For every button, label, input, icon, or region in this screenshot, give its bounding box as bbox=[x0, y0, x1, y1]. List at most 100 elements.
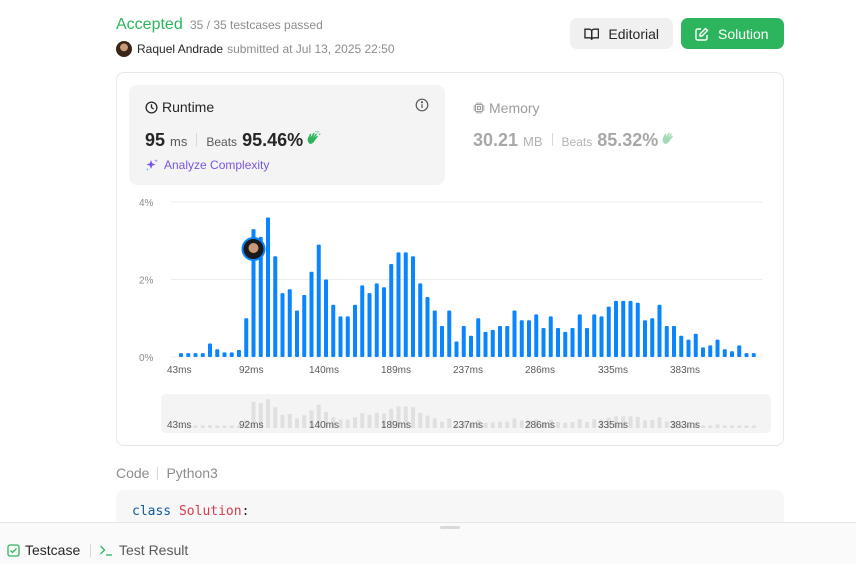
chart-bar bbox=[324, 279, 328, 357]
chart-bar bbox=[244, 318, 249, 357]
overview-bar bbox=[635, 416, 640, 428]
chart-bar bbox=[722, 349, 727, 357]
overview-bar bbox=[287, 414, 292, 428]
overview-bar bbox=[708, 425, 713, 428]
testcases-passed: 35 / 35 testcases passed bbox=[190, 18, 323, 32]
editorial-button[interactable]: Editorial bbox=[570, 18, 673, 49]
chart-bar bbox=[280, 293, 285, 357]
user-avatar-face bbox=[248, 243, 259, 253]
overview-bar bbox=[229, 425, 234, 428]
overview-bar bbox=[643, 420, 647, 428]
overview-bar bbox=[570, 422, 575, 428]
stats-card: Runtime 95 ms Beats 95.46% Analyze Compl… bbox=[116, 72, 784, 446]
chart-bar bbox=[179, 353, 183, 357]
chart-bar bbox=[519, 320, 524, 357]
x-tick-label: 92ms bbox=[239, 365, 263, 376]
language-label: Python3 bbox=[166, 465, 218, 481]
x-tick-label: 189ms bbox=[381, 365, 411, 376]
overview-bar bbox=[585, 422, 589, 428]
overview-x-label: 383ms bbox=[670, 420, 700, 431]
chart-bar bbox=[374, 283, 379, 357]
chart-bar bbox=[338, 316, 343, 357]
chart-bar bbox=[367, 293, 372, 357]
chart-bar bbox=[599, 316, 604, 357]
chart-bar bbox=[237, 350, 241, 357]
overview-bar bbox=[432, 418, 437, 428]
overview-x-label: 189ms bbox=[381, 420, 411, 431]
overview-bar bbox=[273, 407, 278, 428]
chart-bar bbox=[309, 271, 314, 357]
x-tick-label: 140ms bbox=[309, 365, 339, 376]
overview-bar bbox=[577, 419, 582, 428]
tab-test-result[interactable]: Test Result bbox=[99, 542, 188, 558]
chart-bar bbox=[505, 326, 510, 357]
chart-bar bbox=[273, 256, 278, 357]
submission-header: Accepted 35 / 35 testcases passed Raquel… bbox=[116, 16, 784, 60]
chart-bar bbox=[411, 256, 415, 357]
chart-bar bbox=[345, 316, 350, 357]
chart-bar bbox=[222, 352, 227, 357]
overview-bar bbox=[222, 425, 227, 428]
chart-bar bbox=[512, 310, 517, 357]
editorial-label: Editorial bbox=[608, 25, 659, 42]
chart-bar bbox=[469, 335, 473, 357]
overview-bar bbox=[490, 422, 495, 428]
chart-bar bbox=[447, 310, 452, 357]
y-tick-label: 0% bbox=[139, 353, 154, 364]
avatar[interactable] bbox=[116, 41, 132, 57]
chart-bar bbox=[672, 326, 676, 357]
overview-bar bbox=[715, 424, 720, 428]
overview-bar bbox=[498, 421, 502, 428]
overview-bar bbox=[447, 418, 452, 428]
chart-bar bbox=[686, 339, 691, 357]
tab-testcase[interactable]: Testcase bbox=[7, 542, 80, 558]
chart-bar bbox=[490, 329, 495, 357]
overview-bar bbox=[374, 412, 379, 428]
overview-bar bbox=[266, 399, 270, 428]
chart-bar bbox=[628, 300, 633, 357]
chart-bar bbox=[200, 353, 205, 357]
overview-x-label: 335ms bbox=[598, 420, 628, 431]
chart-bar bbox=[403, 252, 408, 357]
x-tick-label: 286ms bbox=[525, 365, 555, 376]
runtime-distribution-chart[interactable]: 0% 2% 4% 43ms 92ms 140ms 189ms 237ms 286ms 335ms 3… bbox=[117, 73, 785, 447]
chart-bar bbox=[744, 353, 749, 357]
chart-bar bbox=[592, 314, 597, 357]
overview-bar bbox=[744, 425, 749, 428]
chart-bar bbox=[577, 314, 582, 357]
code-keyword: class bbox=[132, 504, 172, 519]
y-tick-label: 4% bbox=[139, 198, 154, 209]
chart-bar bbox=[621, 300, 626, 357]
chart-bar bbox=[498, 326, 502, 357]
overview-bar bbox=[418, 412, 423, 428]
chart-bar bbox=[483, 331, 488, 357]
tab-testcase-label: Testcase bbox=[25, 542, 81, 558]
overview-bar bbox=[440, 421, 444, 428]
chart-bar bbox=[614, 300, 618, 357]
solution-label: Solution bbox=[718, 25, 769, 42]
overview-bar bbox=[353, 417, 357, 428]
overview-bar bbox=[592, 419, 597, 428]
chart-bar bbox=[563, 331, 568, 357]
chart-bar bbox=[664, 326, 669, 357]
overview-bar bbox=[208, 425, 212, 428]
chart-bar bbox=[360, 285, 365, 357]
chart-bar bbox=[527, 320, 531, 357]
overview-bar bbox=[505, 421, 510, 428]
chart-bar bbox=[454, 341, 459, 357]
submitted-at: submitted at Jul 13, 2025 22:50 bbox=[227, 42, 395, 56]
overview-bar bbox=[302, 415, 307, 428]
chart-bar bbox=[541, 327, 546, 357]
overview-bar bbox=[367, 414, 372, 428]
chart-bar bbox=[657, 304, 662, 357]
chart-bar bbox=[295, 310, 299, 357]
chart-bar bbox=[302, 295, 307, 357]
user-name[interactable]: Raquel Andrade bbox=[137, 42, 223, 56]
divider bbox=[157, 466, 159, 480]
solution-button[interactable]: Solution bbox=[681, 18, 784, 49]
resize-handle[interactable] bbox=[440, 526, 460, 529]
overview-bar bbox=[650, 420, 655, 428]
x-tick-label: 383ms bbox=[670, 365, 700, 376]
chart-bar bbox=[440, 326, 444, 357]
overview-bar bbox=[701, 425, 705, 428]
